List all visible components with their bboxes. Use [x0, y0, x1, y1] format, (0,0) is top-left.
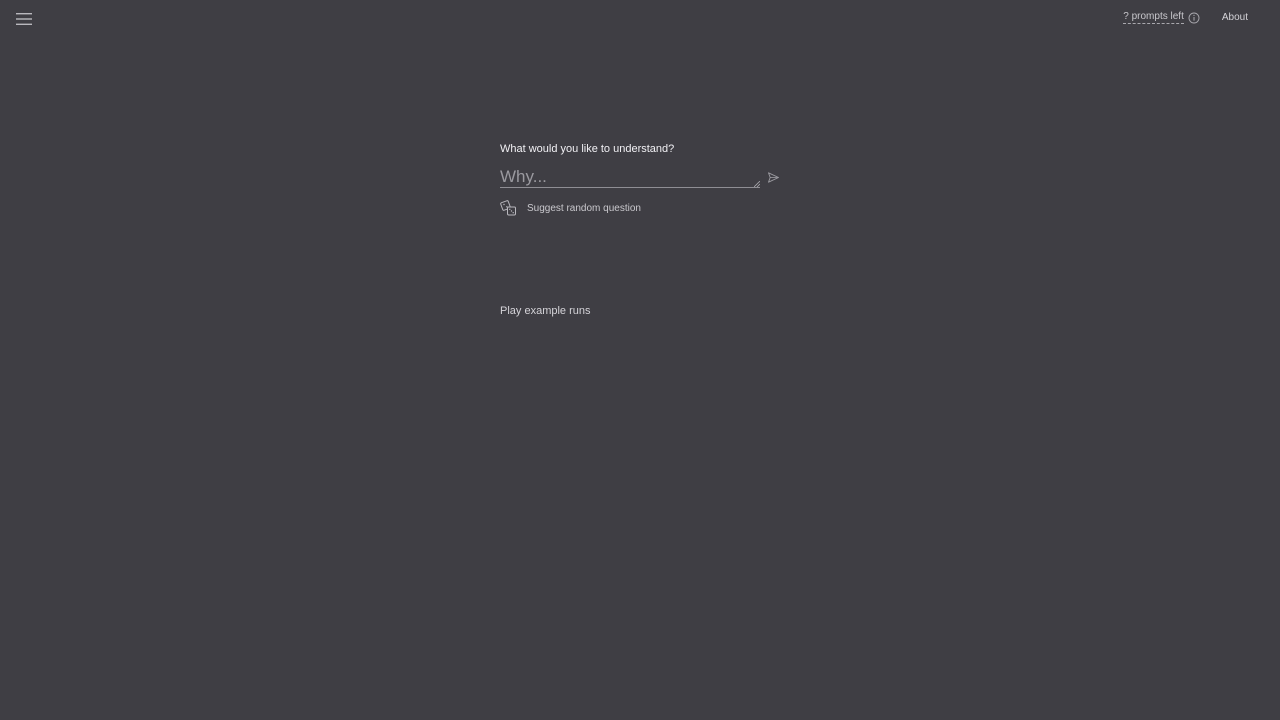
hamburger-menu-icon — [16, 13, 32, 25]
question-panel: What would you like to understand? Why..… — [500, 143, 785, 217]
menu-button[interactable] — [14, 10, 34, 28]
question-input[interactable] — [500, 167, 760, 188]
prompts-left-counter[interactable]: ? prompts left — [1123, 11, 1184, 24]
page: ? prompts left About What would you like… — [0, 0, 1280, 720]
question-input-row — [500, 167, 785, 188]
suggest-random-question-label: Suggest random question — [527, 202, 641, 214]
dice-icon — [500, 199, 518, 217]
play-example-runs-link[interactable]: Play example runs — [500, 305, 591, 317]
header-right: ? prompts left About — [1123, 11, 1248, 24]
question-label: What would you like to understand? — [500, 143, 675, 155]
about-link[interactable]: About — [1222, 12, 1248, 23]
info-circle-icon[interactable] — [1188, 12, 1200, 24]
send-arrow-icon — [768, 172, 779, 183]
send-button[interactable] — [767, 171, 780, 184]
suggest-random-question-button[interactable]: Suggest random question — [500, 199, 785, 217]
resize-handle-icon[interactable] — [754, 181, 760, 187]
